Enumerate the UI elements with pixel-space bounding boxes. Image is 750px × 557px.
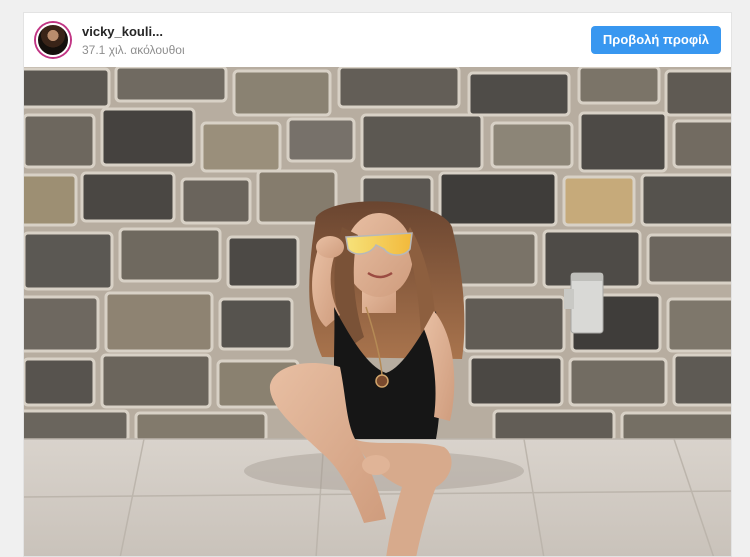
follower-count: 37.1 χιλ. ακόλουθοι	[82, 42, 185, 57]
post-photo[interactable]	[24, 67, 731, 556]
post-header: vicky_kouli... 37.1 χιλ. ακόλουθοι Προβο…	[24, 13, 731, 67]
photo-illustration	[24, 67, 731, 556]
instagram-embed-card: vicky_kouli... 37.1 χιλ. ακόλουθοι Προβο…	[23, 12, 732, 557]
avatar[interactable]	[36, 23, 70, 57]
user-meta: vicky_kouli... 37.1 χιλ. ακόλουθοι	[82, 23, 185, 58]
view-profile-button[interactable]: Προβολή προφίλ	[590, 26, 721, 54]
username-link[interactable]: vicky_kouli...	[82, 23, 185, 40]
